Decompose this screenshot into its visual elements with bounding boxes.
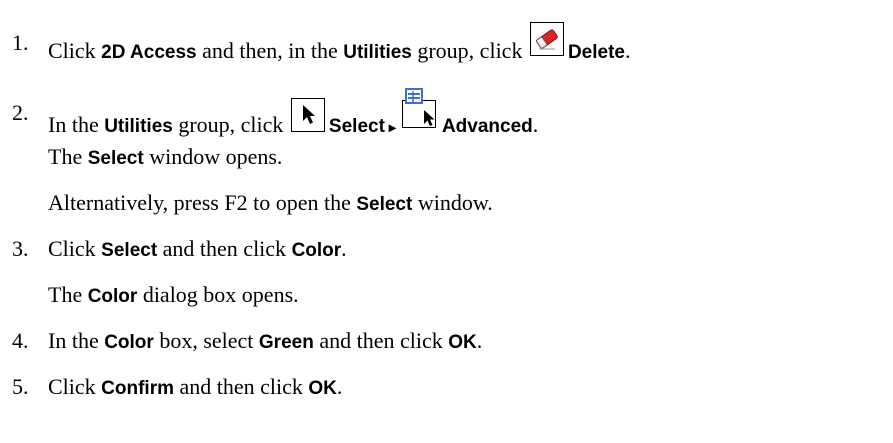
text: Alternatively, press F2 to open the xyxy=(48,190,357,215)
ui-label-color: Color xyxy=(104,332,154,353)
ui-label-confirm: Confirm xyxy=(101,378,174,399)
step-number: 2. xyxy=(12,100,29,125)
text: window. xyxy=(412,190,493,215)
text: and then, in the xyxy=(196,38,344,63)
text: dialog box opens. xyxy=(137,282,299,307)
ui-label-green: Green xyxy=(258,332,314,353)
delete-eraser-icon[interactable] xyxy=(529,22,564,56)
text: Click xyxy=(48,374,102,399)
ui-label-select: Select xyxy=(87,148,144,169)
text: and then click xyxy=(313,328,449,353)
text: and then click xyxy=(157,236,292,261)
step-2-result: The Select window opens. xyxy=(48,142,282,174)
step-2-alternative: Alternatively, press F2 to open the Sele… xyxy=(48,188,493,220)
ui-label-select: Select xyxy=(328,116,385,137)
ui-label-utilities: Utilities xyxy=(343,42,412,63)
ui-label-select: Select xyxy=(101,240,158,261)
step-3-result: The Color dialog box opens. xyxy=(48,280,299,312)
text: Click xyxy=(48,38,102,63)
text: In the xyxy=(48,328,105,353)
step-text: In the Utilities group, click Select ▸ Ad… xyxy=(48,88,539,142)
text: The xyxy=(48,144,88,169)
text: and then click xyxy=(174,374,309,399)
ui-label-color: Color xyxy=(291,240,342,261)
text: box, select xyxy=(153,328,259,353)
step-text: Click 2D Access and then, in the Utiliti… xyxy=(48,22,631,68)
ui-label-ok: OK xyxy=(448,332,477,353)
step-number: 5. xyxy=(12,374,29,399)
text: group, click xyxy=(172,112,289,137)
text: . xyxy=(336,374,343,399)
select-arrow-icon[interactable] xyxy=(290,98,325,132)
step-text: Click Confirm and then click OK. xyxy=(48,372,342,404)
text: In the xyxy=(48,112,105,137)
ui-label-color: Color xyxy=(87,286,138,307)
text: Click xyxy=(48,236,102,261)
step-text: Click Select and then click Color. xyxy=(48,234,347,266)
step-number: 3. xyxy=(12,236,29,261)
ui-label-advanced: Advanced xyxy=(441,116,533,137)
text: group, click xyxy=(411,38,528,63)
text: The xyxy=(48,282,88,307)
ui-label-utilities: Utilities xyxy=(104,116,173,137)
text: . xyxy=(624,38,631,63)
arrow-separator: ▸ xyxy=(388,119,396,135)
step-number: 1. xyxy=(12,30,29,55)
text: . xyxy=(476,328,483,353)
ui-label-2d-access: 2D Access xyxy=(101,42,197,63)
step-text: In the Color box, select Green and then … xyxy=(48,326,482,358)
ui-label-delete: Delete xyxy=(567,42,625,63)
text: window opens. xyxy=(143,144,283,169)
step-number: 4. xyxy=(12,328,29,353)
text: . xyxy=(532,112,539,137)
advanced-select-icon[interactable] xyxy=(401,88,438,128)
text: . xyxy=(341,236,347,261)
ui-label-select: Select xyxy=(356,194,413,215)
ui-label-ok: OK xyxy=(308,378,337,399)
